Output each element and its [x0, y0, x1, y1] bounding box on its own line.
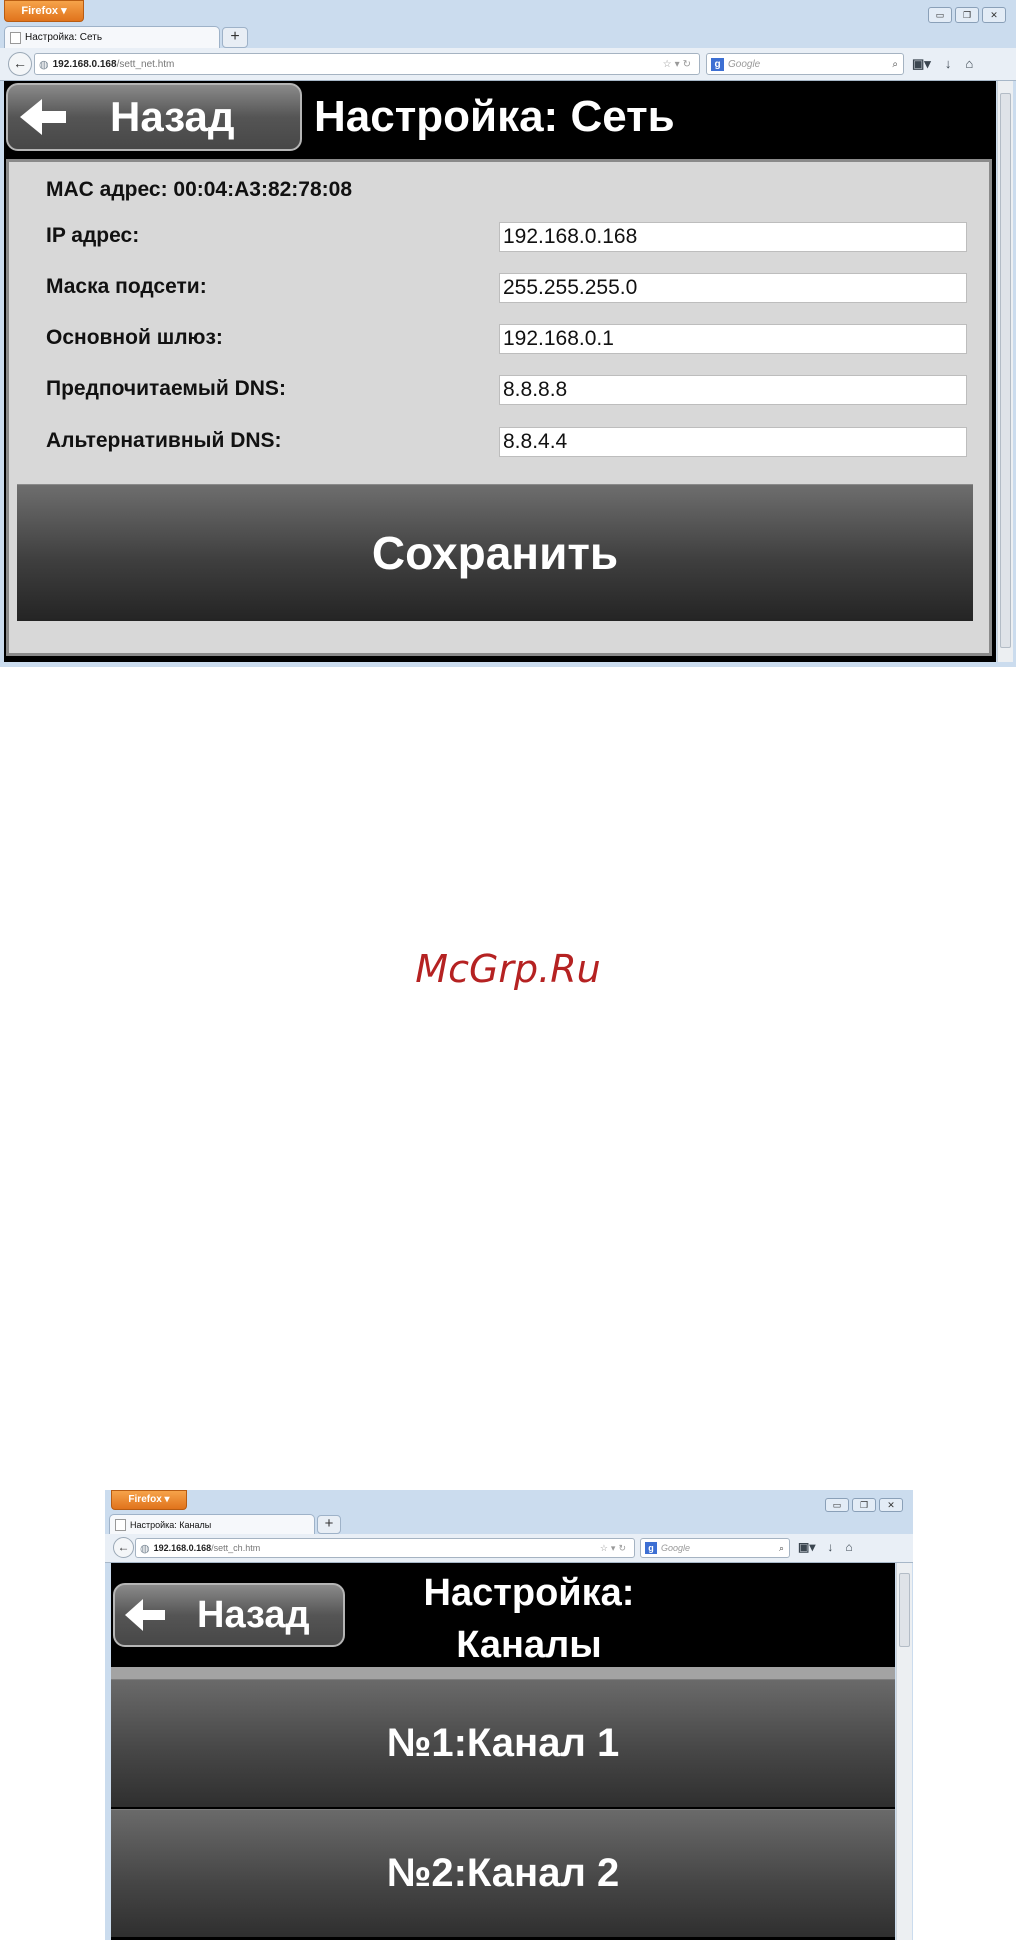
firefox-menu-button[interactable]: Firefox ▾	[4, 0, 84, 22]
bookmark-star-icon[interactable]: ☆▾↻	[600, 1543, 629, 1554]
preferred-dns-label: Предпочитаемый DNS:	[46, 377, 286, 400]
restore-icon[interactable]: ❐	[955, 7, 979, 23]
firefox-menu-button[interactable]: Firefox ▾	[111, 1490, 187, 1510]
window-controls: ▭ ❐ ✕	[928, 7, 1006, 23]
alternate-dns-field[interactable]: 8.8.4.4	[499, 427, 967, 457]
browser-back-icon[interactable]: ←	[113, 1537, 134, 1558]
site-identity-icon: ◍	[39, 58, 49, 71]
search-placeholder: Google	[661, 1543, 691, 1553]
mac-address: MAC адрес: 00:04:A3:82:78:08	[46, 178, 353, 201]
gateway-field[interactable]: 192.168.0.1	[499, 324, 967, 354]
minimize-icon[interactable]: ▭	[928, 7, 952, 23]
scrollbar-thumb[interactable]	[899, 1573, 910, 1647]
search-icon[interactable]: ⌕	[779, 1543, 784, 1554]
page-icon	[115, 1518, 126, 1531]
gateway-label: Основной шлюз:	[46, 326, 223, 349]
home-icon[interactable]: ⌂	[965, 56, 973, 72]
new-tab-button[interactable]: +	[317, 1515, 341, 1534]
firefox-menu-label: Firefox	[128, 1494, 162, 1505]
google-icon: g	[711, 57, 724, 71]
back-button-label: Назад	[110, 93, 235, 140]
url-path: /sett_net.htm	[116, 58, 175, 70]
back-button-label: Назад	[197, 1593, 310, 1636]
watermark: McGrp.Ru	[415, 947, 601, 991]
search-placeholder: Google	[728, 58, 761, 70]
navigation-bar: ← ◍ 192.168.0.168/sett_ch.htm ☆▾↻ g Goog…	[105, 1534, 913, 1563]
tab-title: Настройка: Сеть	[25, 32, 103, 43]
browser-tab[interactable]: Настройка: Сеть	[4, 26, 220, 48]
google-icon: g	[645, 1542, 657, 1554]
bookmark-star-icon[interactable]: ☆▾↻	[663, 59, 694, 70]
network-settings-panel: MAC адрес: 00:04:A3:82:78:08 IP адрес: 1…	[6, 159, 992, 656]
scrollbar[interactable]	[896, 1563, 912, 1940]
toolbar-icons: ▣▾ ↓ ⌂	[798, 1540, 853, 1554]
save-button[interactable]: Сохранить	[17, 484, 973, 621]
bookmarks-icon[interactable]: ▣▾	[912, 56, 931, 72]
url-path: /sett_ch.htm	[211, 1543, 261, 1553]
downloads-icon[interactable]: ↓	[945, 56, 952, 72]
back-button[interactable]: Назад	[6, 83, 302, 151]
browser-back-icon[interactable]: ←	[8, 52, 32, 76]
search-bar[interactable]: g Google ⌕	[640, 1538, 790, 1558]
scrollbar[interactable]	[997, 81, 1013, 662]
channel-1-button[interactable]: №1:Канал 1	[111, 1679, 895, 1807]
close-icon[interactable]: ✕	[879, 1498, 903, 1512]
channel-2-button[interactable]: №2:Канал 2	[111, 1809, 895, 1937]
address-bar[interactable]: ◍ 192.168.0.168/sett_ch.htm ☆▾↻	[135, 1538, 635, 1558]
minimize-icon[interactable]: ▭	[825, 1498, 849, 1512]
ip-address-label: IP адрес:	[46, 224, 140, 247]
toolbar-icons: ▣▾ ↓ ⌂	[912, 56, 973, 72]
page-title: Настройка: Каналы	[423, 1572, 635, 1666]
url-host: 192.168.0.168	[153, 1543, 212, 1553]
preferred-dns-field[interactable]: 8.8.8.8	[499, 375, 967, 405]
browser-window-channels: Firefox ▾ ▭ ❐ ✕ Настройка: Каналы + ← ◍ …	[105, 1490, 913, 1940]
navigation-bar: ← ◍ 192.168.0.168/sett_net.htm ☆▾↻ g Goo…	[0, 48, 1016, 81]
scrollbar-thumb[interactable]	[1000, 93, 1011, 648]
page-title: Настройка: Сеть	[314, 92, 675, 141]
arrow-left-icon	[20, 99, 66, 135]
page-content: Назад Настройка: Каналы №1:Канал 1 №2:Ка…	[111, 1563, 895, 1940]
search-bar[interactable]: g Google ⌕	[706, 53, 904, 75]
site-identity-icon: ◍	[140, 1542, 150, 1555]
address-bar[interactable]: ◍ 192.168.0.168/sett_net.htm ☆▾↻	[34, 53, 700, 75]
bookmarks-icon[interactable]: ▣▾	[798, 1540, 815, 1554]
arrow-left-icon	[125, 1599, 165, 1631]
subnet-mask-field[interactable]: 255.255.255.0	[499, 273, 967, 303]
new-tab-button[interactable]: +	[222, 27, 248, 48]
ip-address-field[interactable]: 192.168.0.168	[499, 222, 967, 252]
url-host: 192.168.0.168	[52, 58, 117, 70]
browser-tab[interactable]: Настройка: Каналы	[109, 1514, 315, 1534]
tab-title: Настройка: Каналы	[130, 1519, 212, 1530]
downloads-icon[interactable]: ↓	[827, 1540, 833, 1554]
home-icon[interactable]: ⌂	[845, 1540, 852, 1554]
alternate-dns-label: Альтернативный DNS:	[46, 429, 282, 452]
close-icon[interactable]: ✕	[982, 7, 1006, 23]
page-content: Назад Настройка: Сеть MAC адрес: 00:04:A…	[4, 81, 996, 662]
page-icon	[10, 31, 21, 44]
back-button[interactable]: Назад	[113, 1583, 345, 1647]
browser-window-network: Firefox ▾ ▭ ❐ ✕ Настройка: Сеть + ← ◍ 19…	[0, 0, 1016, 667]
subnet-mask-label: Маска подсети:	[46, 275, 207, 298]
firefox-menu-label: Firefox	[21, 5, 59, 17]
search-icon[interactable]: ⌕	[892, 59, 898, 70]
window-controls: ▭ ❐ ✕	[825, 1498, 903, 1512]
restore-icon[interactable]: ❐	[852, 1498, 876, 1512]
